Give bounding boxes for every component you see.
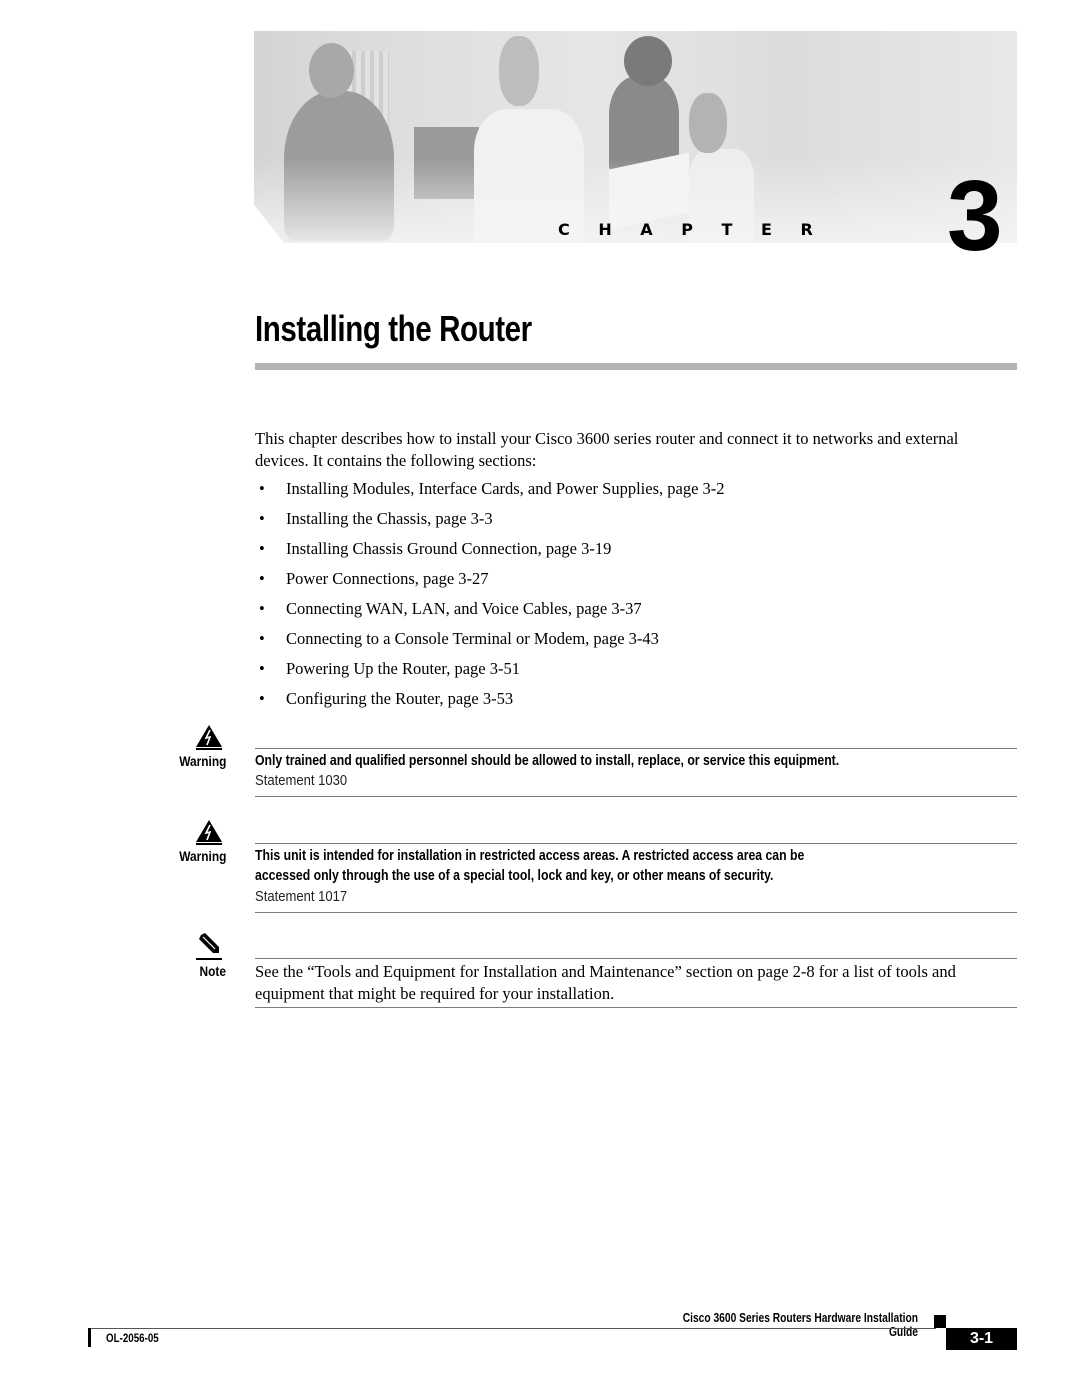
bullet-icon: •	[259, 599, 265, 618]
footer-left-bar	[88, 1328, 91, 1347]
page-title: Installing the Router	[255, 308, 532, 349]
section-link[interactable]: Connecting to a Console Terminal or Mode…	[286, 629, 659, 648]
admonition-top-rule	[255, 843, 1017, 844]
warning-statement: Statement 1030	[255, 773, 348, 789]
warning-triangle-lightning-icon	[195, 724, 223, 750]
section-list: • Installing Modules, Interface Cards, an…	[255, 478, 725, 718]
bullet-icon: •	[259, 569, 265, 588]
chapter-label: C H A P T E R	[558, 220, 825, 239]
admonition-top-rule	[255, 748, 1017, 749]
footer-rule	[88, 1328, 936, 1329]
footer-doc-number: OL-2056-05	[106, 1333, 159, 1345]
section-list-item[interactable]: • Powering Up the Router, page 3-51	[255, 658, 725, 688]
section-list-item[interactable]: • Installing Chassis Ground Connection, p…	[255, 538, 725, 568]
section-list-item[interactable]: • Power Connections, page 3-27	[255, 568, 725, 598]
warning-text: Only trained and qualified personnel sho…	[255, 753, 840, 769]
icon-underline	[196, 748, 222, 750]
note-label: Note	[199, 963, 226, 979]
icon-underline	[196, 958, 222, 960]
chapter-number: 3	[947, 160, 1003, 272]
section-link[interactable]: Installing the Chassis, page 3-3	[286, 509, 493, 528]
note-text: See the “Tools and Equipment for Install…	[255, 962, 956, 1003]
section-list-item[interactable]: • Installing Modules, Interface Cards, an…	[255, 478, 725, 508]
pencil-note-icon	[195, 932, 223, 958]
section-list-item[interactable]: • Connecting to a Console Terminal or Mod…	[255, 628, 725, 658]
section-list-item[interactable]: • Installing the Chassis, page 3-3	[255, 508, 725, 538]
warning-text-line-2: accessed only through the use of a speci…	[255, 868, 774, 884]
warning-statement: Statement 1017	[255, 889, 348, 905]
warning-triangle-lightning-icon	[195, 819, 223, 845]
footer-marker	[934, 1315, 946, 1328]
bullet-icon: •	[259, 479, 265, 498]
banner-fade-overlay	[254, 31, 1017, 243]
section-list-item[interactable]: • Configuring the Router, page 3-53	[255, 688, 725, 718]
page-number-badge: 3-1	[946, 1328, 1017, 1350]
section-link[interactable]: Powering Up the Router, page 3-51	[286, 659, 520, 678]
bullet-icon: •	[259, 509, 265, 528]
section-link[interactable]: Power Connections, page 3-27	[286, 569, 489, 588]
bullet-icon: •	[259, 659, 265, 678]
warning-label: Warning	[179, 753, 227, 769]
bullet-icon: •	[259, 689, 265, 708]
section-link[interactable]: Connecting WAN, LAN, and Voice Cables, p…	[286, 599, 642, 618]
admonition-bottom-rule	[255, 1007, 1017, 1008]
title-rule	[255, 363, 1017, 370]
section-list-item[interactable]: • Connecting WAN, LAN, and Voice Cables, …	[255, 598, 725, 628]
intro-paragraph: This chapter describes how to install yo…	[255, 429, 959, 470]
admonition-bottom-rule	[255, 796, 1017, 797]
section-link[interactable]: Installing Modules, Interface Cards, and…	[286, 479, 725, 498]
icon-underline	[196, 843, 222, 845]
bullet-icon: •	[259, 629, 265, 648]
section-link[interactable]: Installing Chassis Ground Connection, pa…	[286, 539, 611, 558]
bullet-icon: •	[259, 539, 265, 558]
chapter-banner-photo	[254, 31, 1017, 243]
warning-label: Warning	[179, 848, 227, 864]
admonition-bottom-rule	[255, 912, 1017, 913]
footer-guide-title: Cisco 3600 Series Routers Hardware Insta…	[682, 1311, 918, 1339]
warning-text-line-1: This unit is intended for installation i…	[255, 848, 805, 864]
admonition-top-rule	[255, 958, 1017, 959]
section-link[interactable]: Configuring the Router, page 3-53	[286, 689, 513, 708]
